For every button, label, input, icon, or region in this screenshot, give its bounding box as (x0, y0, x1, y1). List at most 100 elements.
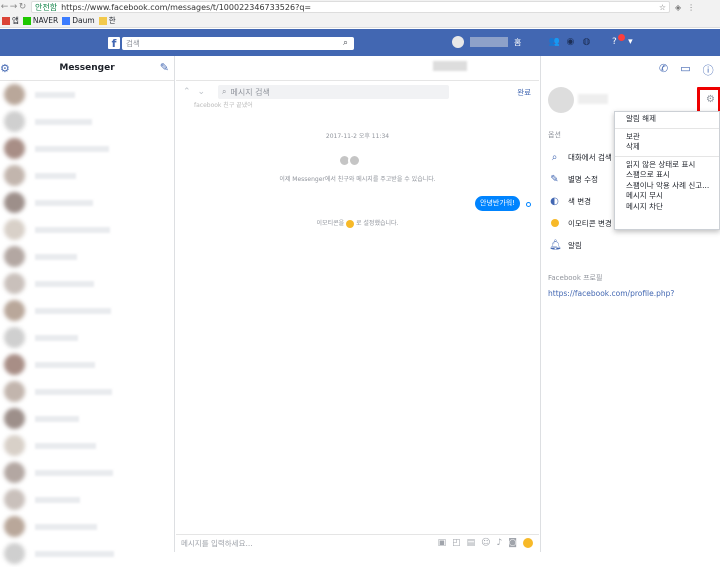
avatar (4, 246, 25, 267)
avatar (4, 543, 25, 564)
facebook-logo-icon[interactable]: f (108, 37, 120, 50)
compose-icon[interactable]: ✎ (160, 61, 169, 74)
list-item[interactable] (0, 378, 174, 405)
option-search[interactable]: ⌕ 대화에서 검색 (549, 150, 612, 164)
gear-icon[interactable]: ⚙ (0, 62, 10, 75)
avatar (4, 462, 25, 483)
conversation-preview (35, 307, 111, 314)
back-icon[interactable]: ← (0, 2, 9, 12)
avatar[interactable] (452, 36, 464, 48)
facebook-search-input[interactable]: 검색 ⌕ (122, 37, 354, 50)
conversation-preview (35, 91, 75, 98)
chevron-up-icon[interactable]: ⌃ (183, 87, 191, 97)
gear-icon[interactable]: ⚙ (706, 94, 715, 105)
list-item[interactable] (0, 324, 174, 351)
profile-link[interactable]: https://facebook.com/profile.php? (548, 289, 674, 298)
extension-icon[interactable]: ◈ (675, 3, 681, 12)
composer-tools: ▣ ◰ ▤ ☺ ♪ ◙ (438, 538, 533, 548)
menu-item-ignore[interactable]: 메시지 무시 (615, 191, 719, 202)
sticker-icon[interactable]: ◰ (452, 538, 461, 548)
message-search-input[interactable]: ⌕ 메시지 검색 (218, 85, 449, 99)
header-nav: 홈 👥 ◉ ◍ ? ▾ (452, 36, 635, 48)
menu-item-delete[interactable]: 삭제 (615, 142, 719, 153)
menu-item-mark-unread[interactable]: 읽지 않은 상태로 표시 (615, 160, 719, 171)
microphone-icon[interactable]: ♪ (497, 538, 503, 548)
messenger-icon[interactable]: ◉ (565, 37, 575, 47)
bookmark-apps[interactable]: 앱 (2, 15, 19, 26)
chevron-down-icon[interactable]: ⌄ (198, 87, 206, 97)
video-icon[interactable]: ▭ (680, 62, 690, 78)
connection-info: 이제 Messenger에서 친구와 메시지를 주고받을 수 있습니다. (279, 176, 436, 183)
list-item[interactable] (0, 270, 174, 297)
list-item[interactable] (0, 135, 174, 162)
done-button[interactable]: 완료 (517, 87, 531, 98)
chevron-down-icon[interactable]: ▾ (625, 37, 635, 47)
bookmark-folder[interactable]: 한 (98, 15, 116, 26)
bookmarks-bar: 앱 NAVER Daum 한 (0, 14, 720, 28)
menu-icon[interactable]: ⋮ (687, 3, 695, 12)
avatar (4, 516, 25, 537)
list-item[interactable] (0, 162, 174, 189)
list-item[interactable] (0, 486, 174, 513)
avatar (4, 408, 25, 429)
reload-icon[interactable]: ↻ (18, 2, 27, 12)
bookmark-daum[interactable]: Daum (62, 16, 95, 25)
globe-icon[interactable]: ◍ (581, 37, 591, 47)
star-icon[interactable]: ☆ (659, 3, 666, 12)
phone-icon[interactable]: ✆ (659, 62, 668, 78)
option-emoji[interactable]: 이모티콘 변경 (549, 216, 612, 230)
pencil-icon: ✎ (550, 173, 559, 185)
camera-icon[interactable]: ◙ (508, 538, 517, 548)
message-bubble[interactable]: 안녕반가워! (475, 196, 521, 211)
search-icon: ⌕ (222, 87, 227, 96)
emoji-icon[interactable] (523, 538, 533, 548)
menu-item-report[interactable]: 스팸이나 악용 사례 신고... (615, 181, 719, 192)
list-item[interactable] (0, 351, 174, 378)
conversation-preview (35, 469, 113, 476)
list-item[interactable] (0, 540, 174, 567)
conversation-preview (35, 388, 112, 395)
conversation-preview (35, 496, 80, 503)
gif-icon[interactable]: ▤ (467, 538, 476, 548)
menu-item-block[interactable]: 메시지 차단 (615, 202, 719, 213)
list-item[interactable] (0, 297, 174, 324)
list-item[interactable] (0, 81, 174, 108)
menu-item-archive[interactable]: 보관 (615, 132, 719, 143)
forward-icon[interactable]: → (9, 2, 18, 12)
smiley-icon[interactable]: ☺ (481, 538, 490, 548)
info-icon[interactable]: ⓘ (703, 62, 714, 78)
menu-item-mark-spam[interactable]: 스팸으로 표시 (615, 170, 719, 181)
list-item[interactable] (0, 108, 174, 135)
home-link[interactable]: 홈 (514, 37, 521, 48)
notification-dot (618, 34, 625, 41)
avatar (4, 435, 25, 456)
chat-area: ⌃ ⌄ ⌕ 메시지 검색 완료 facebook 친구 끝냈어 2017-11-… (176, 56, 539, 552)
avatar (4, 489, 25, 510)
facebook-header: f 검색 ⌕ 홈 👥 ◉ ◍ ? ▾ (0, 29, 720, 56)
list-item[interactable] (0, 405, 174, 432)
option-notifications[interactable]: 🔔︎ 알림 (549, 238, 582, 252)
list-item[interactable] (0, 513, 174, 540)
profile-name[interactable] (470, 37, 508, 47)
page-title: Messenger (59, 63, 115, 73)
list-item[interactable] (0, 459, 174, 486)
search-icon[interactable]: ⌕ (343, 38, 348, 48)
menu-item-mute[interactable]: 알림 해제 (615, 114, 719, 125)
address-bar[interactable]: 안전함 https://www.facebook.com/messages/t/… (31, 1, 670, 13)
bookmark-naver[interactable]: NAVER (22, 16, 58, 25)
image-icon[interactable]: ▣ (438, 538, 447, 548)
secure-label: 안전함 (35, 2, 58, 12)
chat-title (433, 61, 467, 71)
conversation-preview (35, 442, 96, 449)
timestamp: 2017-11-2 오후 11:34 (325, 133, 390, 140)
list-item[interactable] (0, 432, 174, 459)
option-nickname[interactable]: ✎ 별명 수정 (549, 172, 598, 186)
faded-text: facebook 친구 끝냈어 (194, 102, 253, 109)
friends-icon[interactable]: 👥 (549, 37, 560, 47)
list-item[interactable] (0, 189, 174, 216)
list-item[interactable] (0, 216, 174, 243)
list-item[interactable] (0, 243, 174, 270)
option-color[interactable]: ◐ 색 변경 (549, 194, 591, 208)
message-input[interactable]: 메시지를 입력하세요... ▣ ◰ ▤ ☺ ♪ ◙ (176, 534, 539, 552)
emoji-icon (549, 218, 560, 229)
